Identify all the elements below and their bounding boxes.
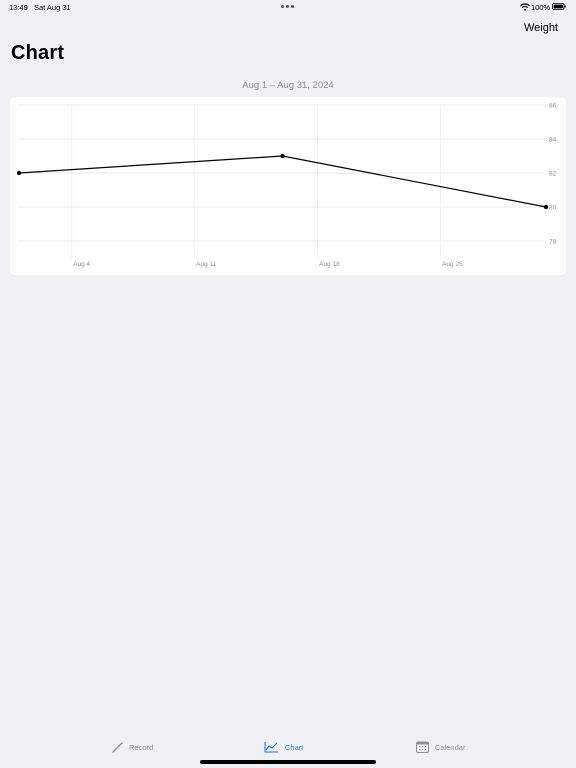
wifi-icon: [520, 3, 530, 11]
tab-calendar-label: Calendar: [435, 742, 466, 752]
y-tick-label: 84: [549, 136, 557, 143]
status-date: Sat Aug 31: [34, 3, 71, 12]
data-point: [16, 170, 22, 176]
weight-line-chart: 86 84 82 80 78 Aug 4 Aug 11 Aug 18 Aug 25: [16, 102, 557, 268]
tab-calendar[interactable]: Calendar: [416, 739, 465, 755]
y-tick-label: 82: [549, 170, 557, 177]
chart-card: 86 84 82 80 78 Aug 4 Aug 11 Aug 18 Aug 25: [10, 97, 566, 275]
pencil-icon: [112, 741, 123, 753]
x-tick-label: Aug 25: [442, 261, 463, 268]
y-tick-label: 80: [549, 204, 557, 211]
calendar-icon: [416, 741, 429, 753]
tab-chart-label: Chart: [285, 742, 304, 752]
status-bar: 13:49 Sat Aug 31 100%: [0, 0, 576, 14]
x-tick-label: Aug 11: [196, 261, 217, 268]
y-tick-label: 86: [549, 102, 557, 109]
x-tick-label: Aug 4: [73, 261, 90, 268]
tab-record-label: Record: [129, 742, 154, 752]
chart-icon: [264, 742, 278, 753]
more-dots-icon[interactable]: [281, 5, 295, 8]
home-indicator: [200, 760, 376, 764]
data-point: [280, 153, 285, 159]
page-title: Chart: [11, 42, 65, 64]
battery-icon: [552, 3, 566, 10]
tab-chart[interactable]: Chart: [264, 739, 303, 755]
series-line: [18, 155, 547, 208]
data-point: [543, 204, 549, 210]
y-tick-label: 78: [549, 238, 557, 245]
weight-button[interactable]: Weight: [524, 22, 558, 34]
status-time: 13:49: [9, 3, 28, 12]
date-range-label: Aug 1 – Aug 31, 2024: [242, 80, 334, 91]
tab-record[interactable]: Record: [112, 739, 153, 755]
x-tick-label: Aug 18: [319, 261, 340, 268]
screen: 13:49 Sat Aug 31 100% Weight Chart Aug 1…: [0, 0, 576, 768]
battery-percentage: 100%: [531, 3, 551, 12]
